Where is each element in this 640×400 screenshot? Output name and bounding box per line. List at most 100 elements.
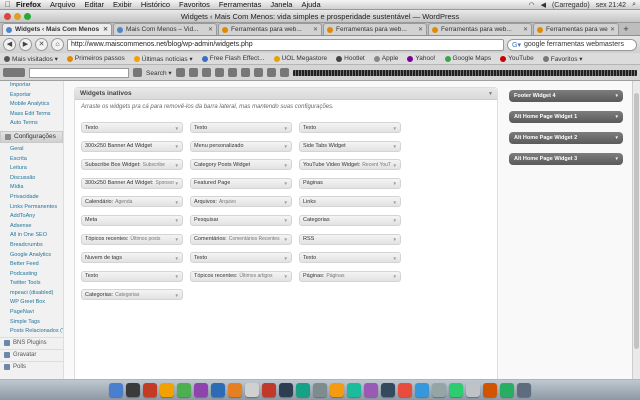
close-tab-icon[interactable]: ✕ <box>418 26 423 33</box>
menu-item[interactable]: Histórico <box>141 0 170 9</box>
menu-item[interactable]: Ajuda <box>301 0 320 9</box>
widget-expand-icon[interactable]: ▼ <box>284 126 288 131</box>
admin-menu-polls[interactable]: Polls <box>0 360 63 373</box>
menu-item[interactable]: Ferramentas <box>219 0 262 9</box>
widget-item[interactable]: Links ▼ <box>299 196 401 208</box>
admin-menu-link[interactable]: Google Analytics <box>0 251 63 261</box>
close-tab-icon[interactable]: ✕ <box>610 26 615 33</box>
widget-item[interactable]: Texto ▼ <box>299 122 401 133</box>
url-bar[interactable]: http://www.maiscommenos.net/blog/wp-admi… <box>67 38 504 51</box>
dock-app-icon[interactable] <box>483 383 497 397</box>
widget-expand-icon[interactable]: ▼ <box>284 200 288 205</box>
widget-item[interactable]: Category Posts Widget ▼ <box>190 159 292 171</box>
bookmark-item[interactable]: Yahoo! <box>407 55 436 62</box>
dock-app-icon[interactable] <box>228 383 242 397</box>
widget-expand-icon[interactable]: ▼ <box>393 218 397 223</box>
widget-expand-icon[interactable]: ▼ <box>175 256 179 261</box>
bookmark-item[interactable]: Apple <box>373 55 398 62</box>
dock-app-icon[interactable] <box>109 383 123 397</box>
dock-app-icon[interactable] <box>330 383 344 397</box>
widget-item[interactable]: YouTube Video Widget: Recent YouT ▼ <box>299 159 401 171</box>
widget-item[interactable]: Side Tabs Widget ▼ <box>299 140 401 152</box>
dock-app-icon[interactable] <box>177 383 191 397</box>
widget-item[interactable]: Texto ▼ <box>190 252 292 264</box>
toolbar-icon[interactable] <box>279 68 289 77</box>
sidebar-area[interactable]: Alt Home Page Widget 3 ▼ <box>509 153 623 165</box>
widget-expand-icon[interactable]: ▼ <box>175 163 179 168</box>
admin-menu-link[interactable]: Auto Terms <box>0 119 63 129</box>
search-box[interactable]: G▾ google ferramentas webmasters <box>507 38 637 51</box>
widget-expand-icon[interactable]: ▼ <box>284 181 288 186</box>
spotlight-icon[interactable]: ⌕ <box>632 1 636 9</box>
dock-app-icon[interactable] <box>398 383 412 397</box>
widget-item[interactable]: Categorias ▼ <box>299 214 401 226</box>
inactive-widgets-header[interactable]: Widgets inativos ▼ <box>75 88 497 100</box>
back-button[interactable]: ◀ <box>3 38 16 51</box>
widget-expand-icon[interactable]: ▼ <box>393 256 397 261</box>
expand-arrow-icon[interactable]: ▼ <box>615 93 619 98</box>
widget-item[interactable]: Tópicos recentes: Últimos artigos ▼ <box>190 270 292 282</box>
sidebar-area[interactable]: Footer Widget 4 ▼ <box>509 90 623 102</box>
scrollbar-thumb[interactable] <box>634 93 639 349</box>
admin-menu-link[interactable]: mpeaci (disabled) <box>0 289 63 299</box>
clock[interactable]: sex 21:42 <box>596 2 626 9</box>
tab-item[interactable]: Ferramentas para web...✕ <box>428 23 532 35</box>
dock-app-icon[interactable] <box>313 383 327 397</box>
widget-expand-icon[interactable]: ▼ <box>284 274 288 279</box>
admin-menu-bns-plugins[interactable]: BNS Plugins <box>0 336 63 349</box>
widget-expand-icon[interactable]: ▼ <box>393 274 397 279</box>
admin-menu-link[interactable]: Simple Tags <box>0 318 63 328</box>
dock-app-icon[interactable] <box>500 383 514 397</box>
admin-menu-link[interactable]: Mobile Analytics <box>0 100 63 110</box>
bookmark-item[interactable]: Free Flash Effect... <box>201 55 265 62</box>
toolbar-icon[interactable] <box>201 68 211 77</box>
admin-menu-link[interactable]: Podcasting <box>0 270 63 280</box>
bookmark-item[interactable]: Hootlet <box>336 55 365 62</box>
widget-expand-icon[interactable]: ▼ <box>393 200 397 205</box>
menu-app[interactable]: Firefox <box>16 0 41 9</box>
admin-menu-link[interactable]: Geral <box>0 145 63 155</box>
widget-item[interactable]: 300x250 Banner Ad Widget: Sponsor ▼ <box>81 177 183 189</box>
admin-menu-link[interactable]: Links Permanentes <box>0 203 63 213</box>
tab-item[interactable]: Mais Com Menos – Vid... ✕ <box>113 23 217 35</box>
close-tab-icon[interactable]: ✕ <box>313 26 318 33</box>
widget-item[interactable]: Featured Page ▼ <box>190 177 292 189</box>
tab-item[interactable]: Ferramentas para web...✕ <box>323 23 427 35</box>
dock-app-icon[interactable] <box>143 383 157 397</box>
media-progress-bar[interactable] <box>292 69 637 76</box>
toolbar-icon[interactable] <box>188 68 198 77</box>
widget-item[interactable]: Arquivos: Arquivo ▼ <box>190 196 292 208</box>
dock-app-icon[interactable] <box>381 383 395 397</box>
admin-menu-link[interactable]: Posts Relacionados (YARPP) <box>0 327 63 337</box>
admin-menu-link[interactable]: Importar <box>0 81 63 91</box>
admin-menu-link[interactable]: Better Feed <box>0 260 63 270</box>
admin-menu-link[interactable]: Mídia <box>0 183 63 193</box>
toolbar-search-button[interactable]: Search ▾ <box>146 69 172 77</box>
menu-item[interactable]: Favoritos <box>179 0 210 9</box>
home-button[interactable]: ⌂ <box>51 38 64 51</box>
dock-app-icon[interactable] <box>279 383 293 397</box>
widget-item[interactable]: Tópicos recentes: Últimos posts ▼ <box>81 233 183 245</box>
close-tab-icon[interactable]: ✕ <box>208 26 213 33</box>
widget-expand-icon[interactable]: ▼ <box>393 237 397 242</box>
dock-app-icon[interactable] <box>245 383 259 397</box>
widget-item[interactable]: Subscribe Box Widget: Subscribe ▼ <box>81 159 183 171</box>
widget-expand-icon[interactable]: ▼ <box>175 274 179 279</box>
volume-icon[interactable]: ◀ <box>541 1 546 9</box>
toolbar-icon[interactable] <box>175 68 185 77</box>
widget-item[interactable]: Texto ▼ <box>190 122 292 133</box>
bookmark-item[interactable]: Mais visitados ▾ <box>4 55 58 63</box>
zoom-window-button[interactable] <box>24 13 31 20</box>
dock-app-icon[interactable] <box>415 383 429 397</box>
widget-item[interactable]: 300x250 Banner Ad Widget ▼ <box>81 140 183 152</box>
stop-button[interactable]: ✕ <box>35 38 48 51</box>
toolbar-icon[interactable] <box>266 68 276 77</box>
expand-arrow-icon[interactable]: ▼ <box>615 114 619 119</box>
dock-app-icon[interactable] <box>160 383 174 397</box>
menu-item[interactable]: Janela <box>270 0 292 9</box>
dock-app-icon[interactable] <box>194 383 208 397</box>
bookmark-item[interactable]: Google Maps <box>444 55 491 62</box>
dock-app-icon[interactable] <box>126 383 140 397</box>
widget-expand-icon[interactable]: ▼ <box>175 218 179 223</box>
widget-item[interactable]: Categorias: Categorias ▼ <box>81 289 183 301</box>
